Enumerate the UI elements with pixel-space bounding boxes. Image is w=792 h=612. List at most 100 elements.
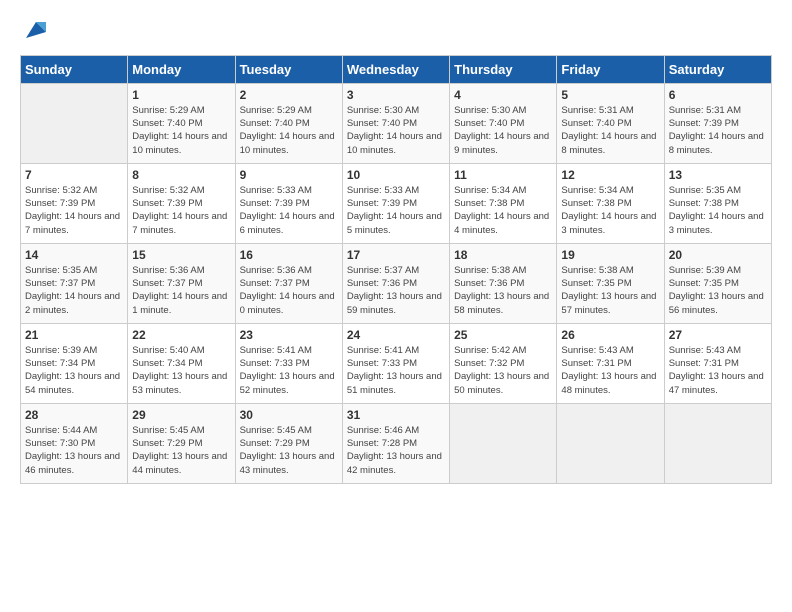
day-number: 4: [454, 88, 552, 102]
day-info: Sunrise: 5:45 AM Sunset: 7:29 PM Dayligh…: [132, 424, 230, 477]
day-number: 1: [132, 88, 230, 102]
day-cell: [557, 403, 664, 483]
header-cell-saturday: Saturday: [664, 55, 771, 83]
day-number: 14: [25, 248, 123, 262]
header-cell-sunday: Sunday: [21, 55, 128, 83]
day-cell: 22 Sunrise: 5:40 AM Sunset: 7:34 PM Dayli…: [128, 323, 235, 403]
day-cell: 4 Sunrise: 5:30 AM Sunset: 7:40 PM Daylig…: [450, 83, 557, 163]
day-number: 21: [25, 328, 123, 342]
day-cell: 15 Sunrise: 5:36 AM Sunset: 7:37 PM Dayli…: [128, 243, 235, 323]
header: [20, 20, 772, 45]
day-number: 30: [240, 408, 338, 422]
day-cell: 27 Sunrise: 5:43 AM Sunset: 7:31 PM Dayli…: [664, 323, 771, 403]
day-number: 3: [347, 88, 445, 102]
day-cell: 6Sunrise: 5:31 AM Sunset: 7:39 PM Daylig…: [664, 83, 771, 163]
day-info: Sunrise: 5:38 AM Sunset: 7:35 PM Dayligh…: [561, 264, 659, 317]
day-info: Sunrise: 5:43 AM Sunset: 7:31 PM Dayligh…: [561, 344, 659, 397]
day-info: Sunrise: 5:32 AM Sunset: 7:39 PM Dayligh…: [132, 184, 230, 237]
day-info: Sunrise: 5:39 AM Sunset: 7:34 PM Dayligh…: [25, 344, 123, 397]
day-cell: [21, 83, 128, 163]
day-cell: 29Sunrise: 5:45 AM Sunset: 7:29 PM Dayli…: [128, 403, 235, 483]
header-cell-friday: Friday: [557, 55, 664, 83]
week-row-1: 1 Sunrise: 5:29 AM Sunset: 7:40 PM Daylig…: [21, 83, 772, 163]
week-row-5: 28 Sunrise: 5:44 AM Sunset: 7:30 PM Dayli…: [21, 403, 772, 483]
day-cell: 5 Sunrise: 5:31 AM Sunset: 7:40 PM Daylig…: [557, 83, 664, 163]
day-info: Sunrise: 5:34 AM Sunset: 7:38 PM Dayligh…: [561, 184, 659, 237]
week-row-4: 21 Sunrise: 5:39 AM Sunset: 7:34 PM Dayli…: [21, 323, 772, 403]
day-number: 18: [454, 248, 552, 262]
day-cell: 1 Sunrise: 5:29 AM Sunset: 7:40 PM Daylig…: [128, 83, 235, 163]
day-cell: 30 Sunrise: 5:45 AM Sunset: 7:29 PM Dayli…: [235, 403, 342, 483]
day-cell: 9 Sunrise: 5:33 AM Sunset: 7:39 PM Daylig…: [235, 163, 342, 243]
day-number: 26: [561, 328, 659, 342]
day-cell: 7Sunrise: 5:32 AM Sunset: 7:39 PM Daylig…: [21, 163, 128, 243]
logo: [20, 20, 44, 45]
day-cell: 20 Sunrise: 5:39 AM Sunset: 7:35 PM Dayli…: [664, 243, 771, 323]
day-info: Sunrise: 5:33 AM Sunset: 7:39 PM Dayligh…: [240, 184, 338, 237]
day-info: Sunrise: 5:31 AM Sunset: 7:40 PM Dayligh…: [561, 104, 659, 157]
day-cell: 8Sunrise: 5:32 AM Sunset: 7:39 PM Daylig…: [128, 163, 235, 243]
day-info: Sunrise: 5:35 AM Sunset: 7:38 PM Dayligh…: [669, 184, 767, 237]
day-number: 28: [25, 408, 123, 422]
day-number: 2: [240, 88, 338, 102]
day-cell: 18Sunrise: 5:38 AM Sunset: 7:36 PM Dayli…: [450, 243, 557, 323]
day-number: 5: [561, 88, 659, 102]
day-number: 7: [25, 168, 123, 182]
day-number: 20: [669, 248, 767, 262]
day-info: Sunrise: 5:39 AM Sunset: 7:35 PM Dayligh…: [669, 264, 767, 317]
day-cell: 13 Sunrise: 5:35 AM Sunset: 7:38 PM Dayli…: [664, 163, 771, 243]
day-info: Sunrise: 5:31 AM Sunset: 7:39 PM Dayligh…: [669, 104, 767, 157]
day-info: Sunrise: 5:29 AM Sunset: 7:40 PM Dayligh…: [240, 104, 338, 157]
day-number: 15: [132, 248, 230, 262]
day-info: Sunrise: 5:41 AM Sunset: 7:33 PM Dayligh…: [240, 344, 338, 397]
day-cell: 3 Sunrise: 5:30 AM Sunset: 7:40 PM Daylig…: [342, 83, 449, 163]
day-info: Sunrise: 5:41 AM Sunset: 7:33 PM Dayligh…: [347, 344, 445, 397]
day-info: Sunrise: 5:30 AM Sunset: 7:40 PM Dayligh…: [347, 104, 445, 157]
day-cell: 16 Sunrise: 5:36 AM Sunset: 7:37 PM Dayli…: [235, 243, 342, 323]
day-info: Sunrise: 5:36 AM Sunset: 7:37 PM Dayligh…: [132, 264, 230, 317]
week-row-2: 7 Sunrise: 5:32 AM Sunset: 7:39 PM Daylig…: [21, 163, 772, 243]
day-number: 27: [669, 328, 767, 342]
day-number: 22: [132, 328, 230, 342]
day-info: Sunrise: 5:34 AM Sunset: 7:38 PM Dayligh…: [454, 184, 552, 237]
calendar-header: SundayMondayTuesdayWednesdayThursdayFrid…: [21, 55, 772, 83]
day-info: Sunrise: 5:43 AM Sunset: 7:31 PM Dayligh…: [669, 344, 767, 397]
header-row: SundayMondayTuesdayWednesdayThursdayFrid…: [21, 55, 772, 83]
header-cell-thursday: Thursday: [450, 55, 557, 83]
day-cell: 24 Sunrise: 5:41 AM Sunset: 7:33 PM Dayli…: [342, 323, 449, 403]
day-cell: 28 Sunrise: 5:44 AM Sunset: 7:30 PM Dayli…: [21, 403, 128, 483]
day-cell: 25 Sunrise: 5:42 AM Sunset: 7:32 PM Dayli…: [450, 323, 557, 403]
day-info: Sunrise: 5:35 AM Sunset: 7:37 PM Dayligh…: [25, 264, 123, 317]
day-number: 25: [454, 328, 552, 342]
day-number: 24: [347, 328, 445, 342]
day-info: Sunrise: 5:30 AM Sunset: 7:40 PM Dayligh…: [454, 104, 552, 157]
calendar-body: 1 Sunrise: 5:29 AM Sunset: 7:40 PM Daylig…: [21, 83, 772, 483]
day-number: 13: [669, 168, 767, 182]
day-number: 9: [240, 168, 338, 182]
day-info: Sunrise: 5:44 AM Sunset: 7:30 PM Dayligh…: [25, 424, 123, 477]
day-info: Sunrise: 5:29 AM Sunset: 7:40 PM Dayligh…: [132, 104, 230, 157]
day-cell: 2 Sunrise: 5:29 AM Sunset: 7:40 PM Daylig…: [235, 83, 342, 163]
day-info: Sunrise: 5:37 AM Sunset: 7:36 PM Dayligh…: [347, 264, 445, 317]
header-cell-monday: Monday: [128, 55, 235, 83]
header-cell-tuesday: Tuesday: [235, 55, 342, 83]
day-info: Sunrise: 5:46 AM Sunset: 7:28 PM Dayligh…: [347, 424, 445, 477]
day-info: Sunrise: 5:40 AM Sunset: 7:34 PM Dayligh…: [132, 344, 230, 397]
day-cell: 19 Sunrise: 5:38 AM Sunset: 7:35 PM Dayli…: [557, 243, 664, 323]
day-number: 19: [561, 248, 659, 262]
day-cell: [450, 403, 557, 483]
day-cell: 12Sunrise: 5:34 AM Sunset: 7:38 PM Dayli…: [557, 163, 664, 243]
day-number: 10: [347, 168, 445, 182]
day-cell: 14 Sunrise: 5:35 AM Sunset: 7:37 PM Dayli…: [21, 243, 128, 323]
day-cell: [664, 403, 771, 483]
day-info: Sunrise: 5:45 AM Sunset: 7:29 PM Dayligh…: [240, 424, 338, 477]
day-number: 23: [240, 328, 338, 342]
day-number: 16: [240, 248, 338, 262]
day-cell: 31 Sunrise: 5:46 AM Sunset: 7:28 PM Dayli…: [342, 403, 449, 483]
day-number: 31: [347, 408, 445, 422]
day-cell: 21 Sunrise: 5:39 AM Sunset: 7:34 PM Dayli…: [21, 323, 128, 403]
day-info: Sunrise: 5:42 AM Sunset: 7:32 PM Dayligh…: [454, 344, 552, 397]
day-cell: 11Sunrise: 5:34 AM Sunset: 7:38 PM Dayli…: [450, 163, 557, 243]
day-cell: 23 Sunrise: 5:41 AM Sunset: 7:33 PM Dayli…: [235, 323, 342, 403]
day-info: Sunrise: 5:36 AM Sunset: 7:37 PM Dayligh…: [240, 264, 338, 317]
